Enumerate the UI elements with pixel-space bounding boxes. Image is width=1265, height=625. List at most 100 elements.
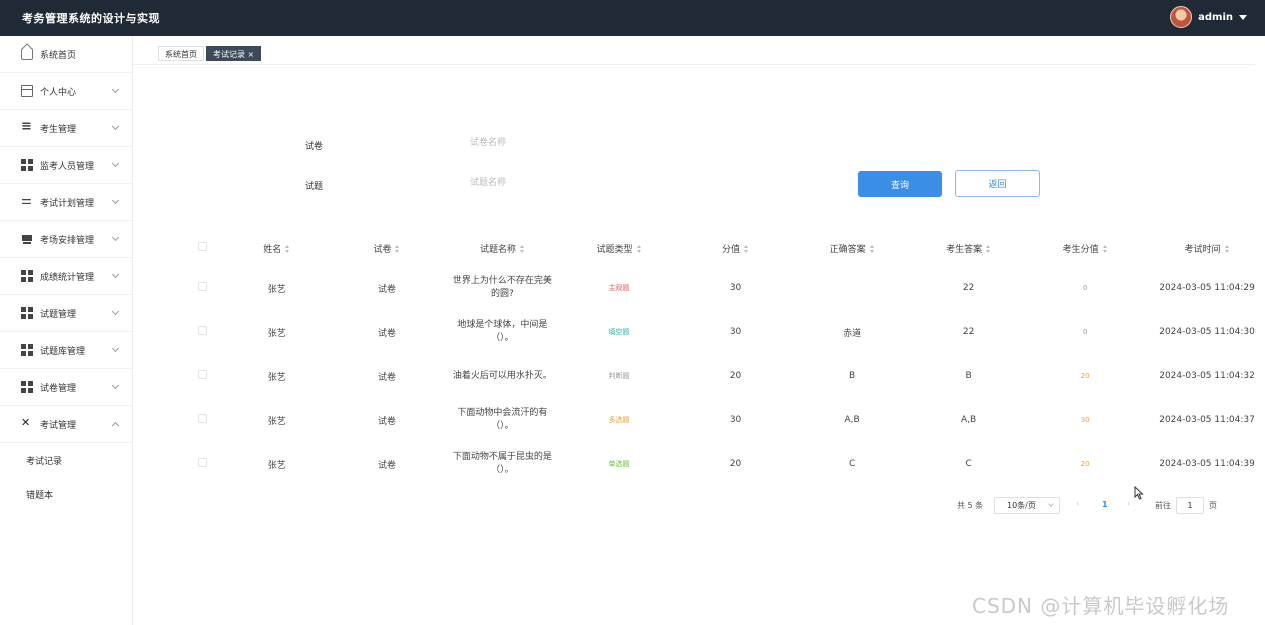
cell-correct-answer: 赤道 (843, 328, 862, 339)
row-select-cell[interactable] (178, 442, 226, 486)
row-checkbox[interactable] (197, 326, 207, 335)
cell-correct-answer: B (848, 371, 856, 381)
cell-examinee-answer: C (965, 459, 972, 469)
select-all-cell[interactable] (178, 230, 226, 266)
select-all-checkbox[interactable] (197, 242, 207, 251)
cell-type: 判断题 (558, 354, 680, 398)
grid-icon (21, 344, 33, 356)
sidebar-subitem-exam-records[interactable]: 考试记录 (0, 443, 132, 477)
next-page-icon[interactable]: › (1127, 499, 1130, 508)
sidebar-item-exam-plan[interactable]: 考试计划管理 (0, 184, 132, 221)
table-row[interactable]: 张艺 试卷 下面动物中会流汗的有（）。 多选题 30 A,B A,B 30 2024-03-05… (178, 398, 1265, 442)
sort-icon[interactable] (285, 245, 290, 253)
sort-icon[interactable] (395, 245, 400, 253)
column-header[interactable]: 考生答案 (913, 230, 1024, 266)
row-checkbox[interactable] (197, 282, 207, 291)
table-row[interactable]: 张艺 试卷 下面动物不属于昆虫的是（）。 单选题 20 C C 20 2024-03-05 11… (178, 442, 1265, 486)
avatar[interactable] (1170, 6, 1193, 28)
username[interactable]: admin (1198, 12, 1233, 23)
list-icon (21, 119, 33, 134)
column-header[interactable]: 正确答案 (791, 230, 913, 266)
back-button[interactable]: 返回 (955, 170, 1040, 197)
chevron-down-icon (111, 159, 120, 168)
paper-search-input[interactable]: 试卷名称 (470, 133, 650, 153)
column-header[interactable]: 试题类型 (558, 230, 680, 266)
cell-score: 30 (729, 327, 742, 337)
sort-icon[interactable] (744, 245, 749, 253)
cell-examinee-score: 20 (1024, 354, 1146, 398)
chevron-down-icon (111, 85, 120, 94)
sort-icon[interactable] (636, 245, 642, 253)
row-checkbox[interactable] (197, 370, 207, 379)
row-select-cell[interactable] (178, 398, 226, 442)
question-type-tag: 多选题 (608, 416, 630, 424)
page-number-current[interactable]: 1 (1102, 500, 1108, 509)
sort-icon[interactable] (519, 245, 525, 253)
column-header[interactable]: 姓名 (226, 230, 327, 266)
table-row[interactable]: 张艺 试卷 世界上为什么不存在完美的圆? 主观题 30 22 0 2024-03-05 11:… (178, 266, 1265, 310)
sidebar-subitem-wrong-book[interactable]: 错题本 (0, 477, 132, 511)
goto-page-input[interactable]: 1 (1176, 497, 1204, 514)
sidebar-item-home[interactable]: 系统首页 (0, 36, 132, 73)
row-checkbox[interactable] (197, 414, 207, 423)
query-button[interactable]: 查询 (858, 171, 942, 197)
column-header[interactable]: 试题名称 (447, 230, 558, 266)
column-header[interactable]: 分值 (680, 230, 791, 266)
cell-correct-answer: A,B (844, 415, 860, 425)
sidebar-item-venue[interactable]: 考场安排管理 (0, 221, 132, 258)
top-bar: 考务管理系统的设计与实现 admin (0, 0, 1265, 36)
prev-page-icon[interactable]: ‹ (1076, 499, 1079, 508)
cell-question: 世界上为什么不存在完美的圆? (452, 276, 552, 299)
chevron-down-icon (111, 270, 120, 279)
sort-icon[interactable] (869, 245, 875, 253)
column-header[interactable]: 考试时间 (1146, 230, 1265, 266)
app-title: 考务管理系统的设计与实现 (22, 12, 160, 25)
sidebar-item-examinee[interactable]: 考生管理 (0, 110, 132, 147)
question-type-tag: 判断题 (608, 372, 630, 380)
row-select-cell[interactable] (178, 310, 226, 354)
id-card-icon (21, 85, 33, 97)
user-menu[interactable]: admin (1170, 6, 1247, 28)
cell-correct-answer (791, 266, 913, 310)
row-select-cell[interactable] (178, 266, 226, 310)
page-unit-label: 页 (1209, 501, 1217, 510)
sidebar-item-question-bank[interactable]: 试题库管理 (0, 332, 132, 369)
sidebar-item-questions[interactable]: 试题管理 (0, 295, 132, 332)
column-header[interactable]: 试卷 (327, 230, 447, 266)
sidebar-item-label: 试题库管理 (40, 346, 86, 357)
page-size-select[interactable]: 10条/页 (994, 497, 1060, 514)
row-select-cell[interactable] (178, 354, 226, 398)
cell-type: 多选题 (558, 398, 680, 442)
column-header[interactable]: 考生分值 (1024, 230, 1146, 266)
grid-icon (21, 307, 33, 319)
sidebar-item-papers[interactable]: 试卷管理 (0, 369, 132, 406)
sidebar-item-proctor[interactable]: 监考人员管理 (0, 147, 132, 184)
caret-down-icon[interactable] (1239, 14, 1247, 20)
sort-icon[interactable] (1102, 245, 1108, 253)
question-search-input[interactable]: 试题名称 (470, 173, 650, 193)
examinee-score-value: 20 (1080, 372, 1090, 380)
table-row[interactable]: 张艺 试卷 油着火后可以用水扑灭。 判断题 20 B B 20 2024-03-05 11:04… (178, 354, 1265, 398)
sidebar-item-personal-center[interactable]: 个人中心 (0, 73, 132, 110)
examinee-score-value: 0 (1082, 284, 1088, 292)
tab-exam-records[interactable]: 考试记录 × (206, 46, 262, 61)
cell-question: 下面动物不属于昆虫的是（）。 (452, 452, 552, 475)
tab-bar: 系统首页 考试记录 × (158, 46, 262, 61)
tab-home[interactable]: 系统首页 (158, 46, 204, 61)
cell-type: 单选题 (558, 442, 680, 486)
sidebar-item-exam[interactable]: 考试管理 (0, 406, 132, 443)
sidebar-item-label: 成绩统计管理 (40, 272, 95, 283)
chevron-down-icon (111, 122, 120, 131)
chevron-up-icon (111, 421, 120, 430)
table-row[interactable]: 张艺 试卷 地球是个球体，中间是（）。 填空题 30 赤道 22 0 2024-03-05 11… (178, 310, 1265, 354)
sidebar-item-label: 考场安排管理 (40, 235, 95, 246)
sort-icon[interactable] (1224, 245, 1230, 253)
sidebar-item-score-stats[interactable]: 成绩统计管理 (0, 258, 132, 295)
paper-label: 试卷 (305, 142, 324, 152)
cell-paper: 试卷 (377, 460, 396, 471)
row-checkbox[interactable] (197, 458, 207, 467)
cell-question: 下面动物中会流汗的有（）。 (457, 408, 548, 431)
sort-icon[interactable] (986, 245, 991, 253)
cell-name: 张艺 (267, 328, 286, 339)
cell-paper: 试卷 (377, 416, 396, 427)
